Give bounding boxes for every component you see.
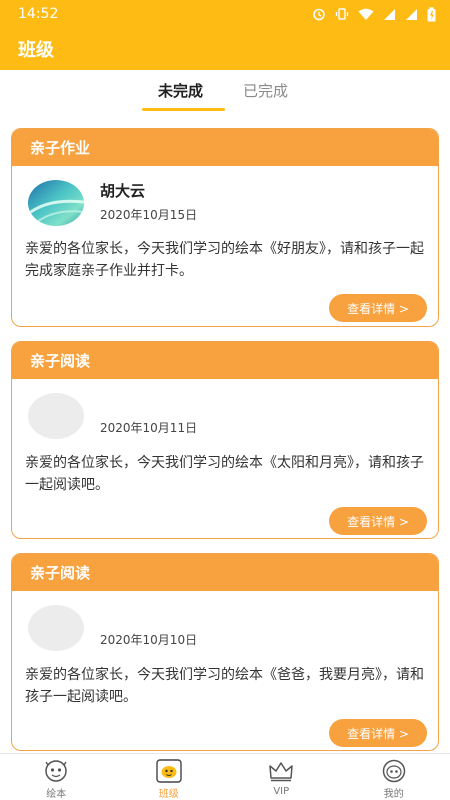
author-row: 胡大云 2020年10月15日 xyxy=(12,166,438,246)
nav-label: 我的 xyxy=(383,789,404,800)
crown-icon xyxy=(267,758,295,784)
wifi-icon xyxy=(358,8,374,20)
card-title: 亲子作业 xyxy=(30,139,91,157)
app-bar: 班级 xyxy=(0,28,450,70)
author-row: 2020年10月11日 xyxy=(12,379,438,459)
alarm-icon xyxy=(313,8,325,21)
post-date: 2020年10月10日 xyxy=(100,633,198,647)
card-header: 亲子作业 xyxy=(12,129,438,166)
card-content: 亲爱的各位家长，今天我们学习的绘本《太阳和月亮》，请和孩子一起阅读吧。 xyxy=(25,455,424,493)
nav-item-mine[interactable]: 我的 xyxy=(338,754,450,800)
signal-icon xyxy=(384,8,395,20)
status-time: 14:52 xyxy=(18,6,59,22)
card-header: 亲子阅读 xyxy=(12,342,438,379)
signal-2-icon xyxy=(406,8,417,20)
card-title: 亲子阅读 xyxy=(30,352,91,370)
avatar-placeholder xyxy=(28,605,84,651)
card-content: 亲爱的各位家长，今天我们学习的绘本《爸爸，我要月亮》，请和孩子一起阅读吧。 xyxy=(25,667,424,705)
card-title: 亲子阅读 xyxy=(30,564,91,582)
tab-bar: 未完成 已完成 xyxy=(0,72,450,112)
nav-item-picture-book[interactable]: 绘本 xyxy=(0,754,113,800)
post-date: 2020年10月11日 xyxy=(100,421,198,435)
card-header: 亲子阅读 xyxy=(12,554,438,591)
author-row: 2020年10月10日 xyxy=(12,591,438,671)
avatar-placeholder xyxy=(28,393,84,439)
view-details-button[interactable]: 查看详情 > xyxy=(329,294,427,322)
active-tab-indicator xyxy=(142,108,225,111)
nav-item-class[interactable]: 班级 xyxy=(113,754,226,800)
avatar xyxy=(28,180,84,226)
post-date: 2020年10月15日 xyxy=(100,208,198,222)
bottom-nav: 绘本 班级 VIP 我的 xyxy=(0,753,450,800)
profile-icon xyxy=(380,758,408,783)
author-name: 胡大云 xyxy=(100,182,146,200)
view-details-button[interactable]: 查看详情 > xyxy=(329,507,427,535)
view-details-button[interactable]: 查看详情 > xyxy=(329,719,427,747)
tab-completed[interactable]: 已完成 xyxy=(243,80,288,101)
nav-label: VIP xyxy=(273,786,290,797)
nav-label: 班级 xyxy=(158,789,179,800)
class-icon xyxy=(155,758,183,783)
tab-incomplete[interactable]: 未完成 xyxy=(158,80,203,101)
card-content: 亲爱的各位家长，今天我们学习的绘本《好朋友》，请和孩子一起完成家庭亲子作业并打卡… xyxy=(25,241,424,279)
status-bar: 14:52 xyxy=(0,0,450,28)
battery-icon xyxy=(427,6,436,21)
status-icons xyxy=(312,6,436,22)
nav-label: 绘本 xyxy=(46,789,67,800)
homework-card[interactable]: 亲子作业 胡大云 2020年10月15日 亲爱的各位家长，今天我们学习的绘本《好… xyxy=(11,128,439,327)
reading-card[interactable]: 亲子阅读 2020年10月10日 亲爱的各位家长，今天我们学习的绘本《爸爸，我要… xyxy=(11,553,439,751)
vibrate-icon xyxy=(335,8,349,20)
picture-book-icon xyxy=(42,758,70,783)
page-title: 班级 xyxy=(18,40,54,61)
nav-item-vip[interactable]: VIP xyxy=(225,754,338,800)
reading-card[interactable]: 亲子阅读 2020年10月11日 亲爱的各位家长，今天我们学习的绘本《太阳和月亮… xyxy=(11,341,439,539)
